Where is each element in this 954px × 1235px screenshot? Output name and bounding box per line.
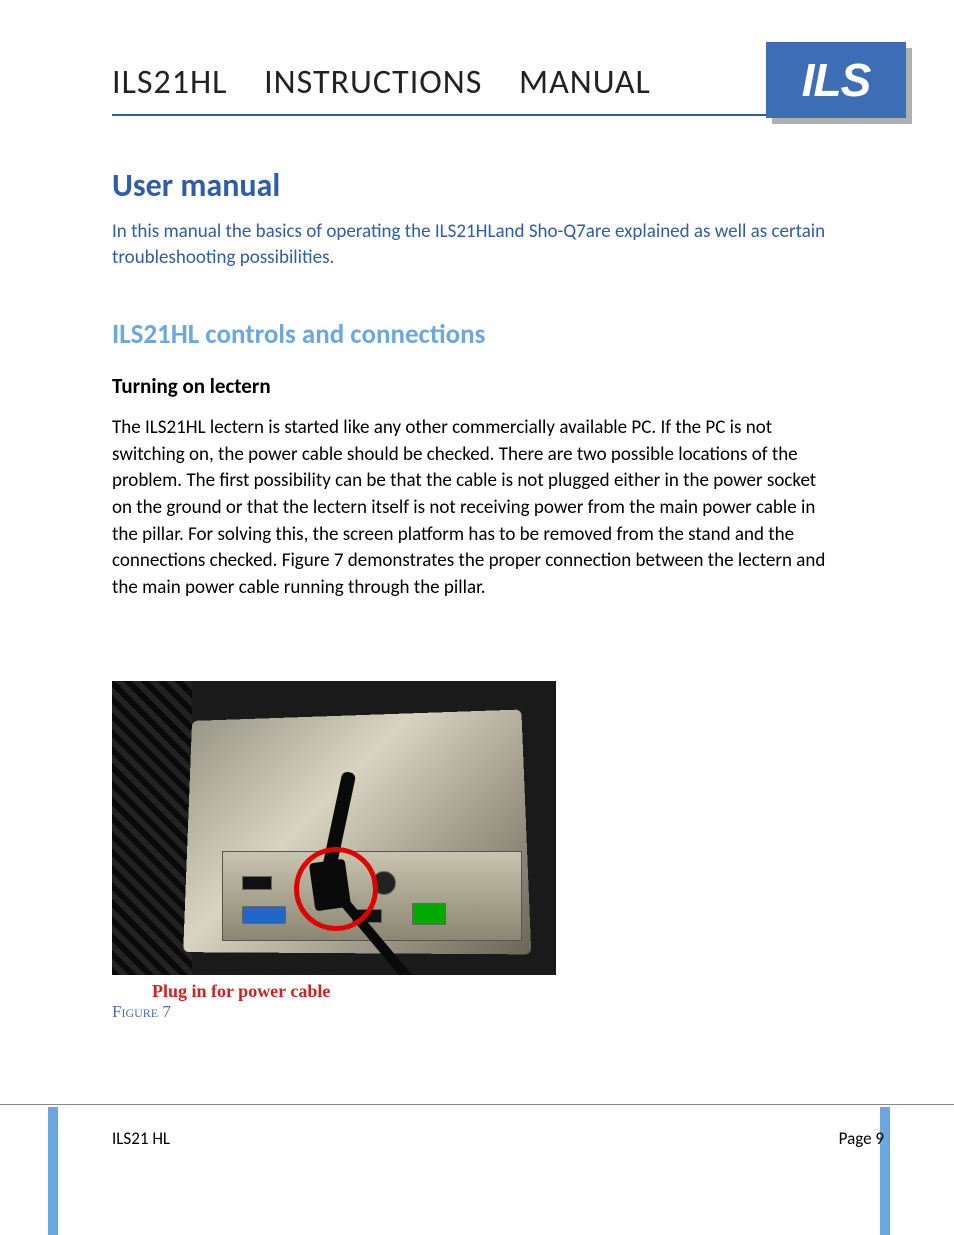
footer-divider xyxy=(0,1104,954,1105)
figure-caption: Plug in for power cable xyxy=(152,981,828,1002)
page-footer: ILS21 HL Page 9 xyxy=(112,1128,884,1149)
section-title-h2: ILS21HL controls and connections xyxy=(112,318,828,351)
figure-image xyxy=(112,681,556,975)
figure-label: Figure 7 xyxy=(112,1002,828,1022)
intro-paragraph: In this manual the basics of operating t… xyxy=(112,219,828,270)
footer-accent-left xyxy=(48,1107,58,1235)
page-header: ILS21HL INSTRUCTIONS MANUAL ILS xyxy=(48,42,906,118)
footer-accent-right xyxy=(880,1107,890,1235)
footer-left-text: ILS21 HL xyxy=(112,1128,170,1149)
section-title-h1: User manual xyxy=(112,166,828,205)
highlight-circle-icon xyxy=(294,847,378,931)
figure-7: Plug in for power cable Figure 7 xyxy=(112,681,828,1022)
logo-text: ILS xyxy=(802,53,871,107)
body-paragraph: The ILS21HL lectern is started like any … xyxy=(112,415,828,601)
header-title: ILS21HL INSTRUCTIONS MANUAL xyxy=(48,42,651,103)
ils-logo: ILS xyxy=(766,42,906,118)
section-title-h3: Turning on lectern xyxy=(112,373,828,399)
footer-page-number: Page 9 xyxy=(839,1128,884,1149)
content-area: User manual In this manual the basics of… xyxy=(48,116,828,1022)
